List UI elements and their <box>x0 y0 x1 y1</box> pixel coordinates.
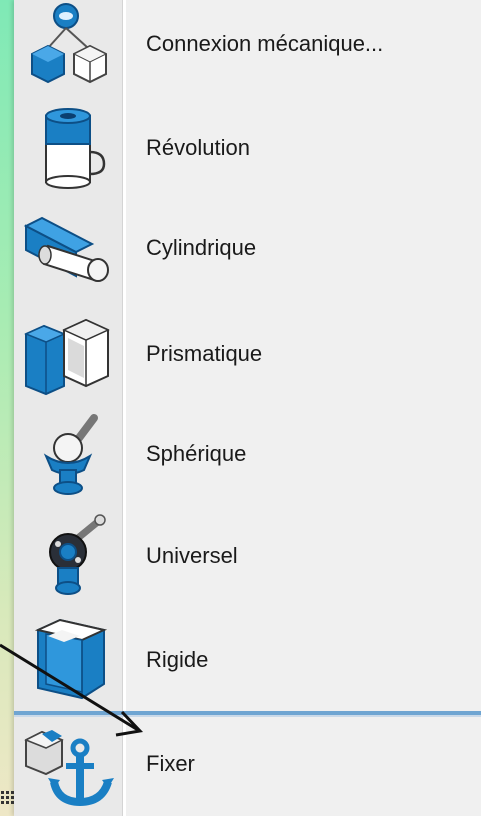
rigid-joint-icon <box>18 618 114 702</box>
revolute-joint-icon <box>18 106 114 190</box>
context-menu: Connexion mécanique... Révolution Cylind… <box>14 0 481 816</box>
menu-item-prismatique[interactable]: Prismatique <box>14 302 481 406</box>
menu-item-rigide[interactable]: Rigide <box>14 608 481 712</box>
universal-joint-icon <box>18 514 114 598</box>
menu-item-label: Connexion mécanique... <box>146 31 384 56</box>
menu-item-label: Révolution <box>146 135 250 160</box>
menu-item-spherique[interactable]: Sphérique <box>14 402 481 506</box>
menu-item-label: Rigide <box>146 647 209 672</box>
grip-dots-icon <box>1 791 14 804</box>
spherical-joint-icon <box>18 412 114 496</box>
menu-item-label: Universel <box>146 543 238 568</box>
mechanical-connection-icon <box>18 2 114 86</box>
menu-item-label: Cylindrique <box>146 235 257 260</box>
menu-item-connexion-mecanique[interactable]: Connexion mécanique... <box>14 0 481 96</box>
menu-item-revolution[interactable]: Révolution <box>14 96 481 200</box>
fix-anchor-icon <box>18 722 114 806</box>
menu-item-label: Fixer <box>146 751 195 776</box>
menu-item-label: Sphérique <box>146 441 247 466</box>
prismatic-joint-icon <box>18 312 114 396</box>
menu-item-fixer[interactable]: Fixer <box>14 712 481 816</box>
menu-item-label: Prismatique <box>146 341 263 366</box>
cylindrical-joint-icon <box>18 206 114 290</box>
menu-item-cylindrique[interactable]: Cylindrique <box>14 196 481 300</box>
menu-item-universel[interactable]: Universel <box>14 504 481 608</box>
